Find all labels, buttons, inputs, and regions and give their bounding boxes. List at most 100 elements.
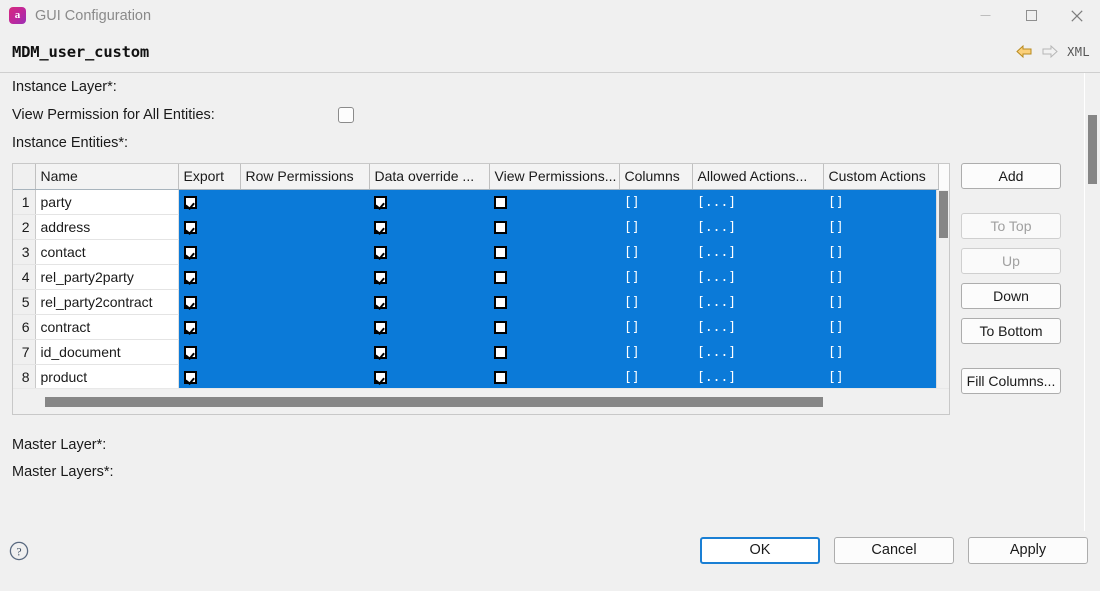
cell-allowed-actions[interactable]: [...]	[692, 214, 823, 239]
table-row[interactable]: 8product[][...][]	[13, 364, 938, 389]
table-horizontal-scroll-thumb[interactable]	[45, 397, 823, 407]
data-override-checkbox[interactable]	[374, 321, 387, 334]
cell-custom-actions[interactable]: []	[823, 214, 938, 239]
data-override-checkbox[interactable]	[374, 346, 387, 359]
export-checkbox[interactable]	[184, 271, 197, 284]
export-checkbox[interactable]	[184, 246, 197, 259]
cell-allowed-actions[interactable]: [...]	[692, 339, 823, 364]
col-header-data-override[interactable]: Data override ...	[369, 164, 489, 189]
cell-view-permissions[interactable]	[489, 289, 619, 314]
cell-custom-actions[interactable]: []	[823, 239, 938, 264]
cell-columns[interactable]: []	[619, 264, 692, 289]
minimize-button[interactable]	[962, 0, 1008, 31]
cell-data-override[interactable]	[369, 214, 489, 239]
table-row[interactable]: 4rel_party2party[][...][]	[13, 264, 938, 289]
cell-columns[interactable]: []	[619, 214, 692, 239]
ok-button[interactable]: OK	[700, 537, 820, 564]
cell-view-permissions[interactable]	[489, 189, 619, 214]
data-override-checkbox[interactable]	[374, 221, 387, 234]
dialog-vertical-scroll-thumb[interactable]	[1088, 115, 1097, 184]
view-permissions-checkbox[interactable]	[494, 221, 507, 234]
close-button[interactable]	[1054, 0, 1100, 31]
table-row[interactable]: 7id_document[][...][]	[13, 339, 938, 364]
cell-export[interactable]	[178, 289, 240, 314]
cell-custom-actions[interactable]: []	[823, 314, 938, 339]
cell-name[interactable]: product	[35, 364, 178, 389]
cell-data-override[interactable]	[369, 339, 489, 364]
col-header-allowed-actions[interactable]: Allowed Actions...	[692, 164, 823, 189]
data-override-checkbox[interactable]	[374, 246, 387, 259]
cell-export[interactable]	[178, 339, 240, 364]
cell-allowed-actions[interactable]: [...]	[692, 239, 823, 264]
cell-data-override[interactable]	[369, 189, 489, 214]
cell-view-permissions[interactable]	[489, 314, 619, 339]
xml-link[interactable]: XML	[1067, 45, 1090, 59]
cell-name[interactable]: contact	[35, 239, 178, 264]
view-permissions-checkbox[interactable]	[494, 196, 507, 209]
cell-columns[interactable]: []	[619, 364, 692, 389]
cell-row-permissions[interactable]	[240, 364, 369, 389]
cell-columns[interactable]: []	[619, 239, 692, 264]
cell-row-permissions[interactable]	[240, 339, 369, 364]
cell-custom-actions[interactable]: []	[823, 364, 938, 389]
add-button[interactable]: Add	[961, 163, 1061, 189]
table-horizontal-scrollbar[interactable]	[13, 388, 949, 414]
cell-export[interactable]	[178, 364, 240, 389]
cell-columns[interactable]: []	[619, 314, 692, 339]
cell-custom-actions[interactable]: []	[823, 189, 938, 214]
dialog-vertical-scrollbar[interactable]	[1084, 73, 1098, 531]
apply-button[interactable]: Apply	[968, 537, 1088, 564]
cell-custom-actions[interactable]: []	[823, 289, 938, 314]
cell-custom-actions[interactable]: []	[823, 339, 938, 364]
cell-row-permissions[interactable]	[240, 214, 369, 239]
cell-allowed-actions[interactable]: [...]	[692, 189, 823, 214]
cell-view-permissions[interactable]	[489, 239, 619, 264]
export-checkbox[interactable]	[184, 321, 197, 334]
forward-button[interactable]	[1041, 44, 1059, 59]
cell-data-override[interactable]	[369, 364, 489, 389]
cell-view-permissions[interactable]	[489, 264, 619, 289]
view-permissions-checkbox[interactable]	[494, 271, 507, 284]
cell-view-permissions[interactable]	[489, 214, 619, 239]
view-permission-all-checkbox[interactable]	[338, 107, 354, 123]
table-vertical-scroll-thumb[interactable]	[939, 191, 948, 238]
fill-columns-button[interactable]: Fill Columns...	[961, 368, 1061, 394]
data-override-checkbox[interactable]	[374, 296, 387, 309]
col-header-export[interactable]: Export	[178, 164, 240, 189]
table-row[interactable]: 2address[][...][]	[13, 214, 938, 239]
table-row[interactable]: 1party[][...][]	[13, 189, 938, 214]
cell-name[interactable]: id_document	[35, 339, 178, 364]
data-override-checkbox[interactable]	[374, 371, 387, 384]
cell-export[interactable]	[178, 189, 240, 214]
cell-name[interactable]: contract	[35, 314, 178, 339]
export-checkbox[interactable]	[184, 221, 197, 234]
cell-view-permissions[interactable]	[489, 364, 619, 389]
cell-name[interactable]: rel_party2contract	[35, 289, 178, 314]
view-permissions-checkbox[interactable]	[494, 346, 507, 359]
cell-data-override[interactable]	[369, 289, 489, 314]
cell-row-permissions[interactable]	[240, 314, 369, 339]
cell-export[interactable]	[178, 239, 240, 264]
col-header-columns[interactable]: Columns	[619, 164, 692, 189]
to-bottom-button[interactable]: To Bottom	[961, 318, 1061, 344]
cell-name[interactable]: rel_party2party	[35, 264, 178, 289]
cell-export[interactable]	[178, 214, 240, 239]
cell-columns[interactable]: []	[619, 289, 692, 314]
cell-columns[interactable]: []	[619, 339, 692, 364]
table-row[interactable]: 5rel_party2contract[][...][]	[13, 289, 938, 314]
cell-allowed-actions[interactable]: [...]	[692, 289, 823, 314]
cell-columns[interactable]: []	[619, 189, 692, 214]
cell-custom-actions[interactable]: []	[823, 264, 938, 289]
instance-entities-table[interactable]: Name Export Row Permissions Data overrid…	[12, 163, 950, 415]
col-header-row-permissions[interactable]: Row Permissions	[240, 164, 369, 189]
data-override-checkbox[interactable]	[374, 196, 387, 209]
table-vertical-scrollbar[interactable]	[936, 190, 949, 390]
export-checkbox[interactable]	[184, 196, 197, 209]
data-override-checkbox[interactable]	[374, 271, 387, 284]
col-header-custom-actions[interactable]: Custom Actions	[823, 164, 938, 189]
cell-data-override[interactable]	[369, 314, 489, 339]
cell-data-override[interactable]	[369, 239, 489, 264]
cell-allowed-actions[interactable]: [...]	[692, 364, 823, 389]
cell-export[interactable]	[178, 314, 240, 339]
cell-allowed-actions[interactable]: [...]	[692, 314, 823, 339]
